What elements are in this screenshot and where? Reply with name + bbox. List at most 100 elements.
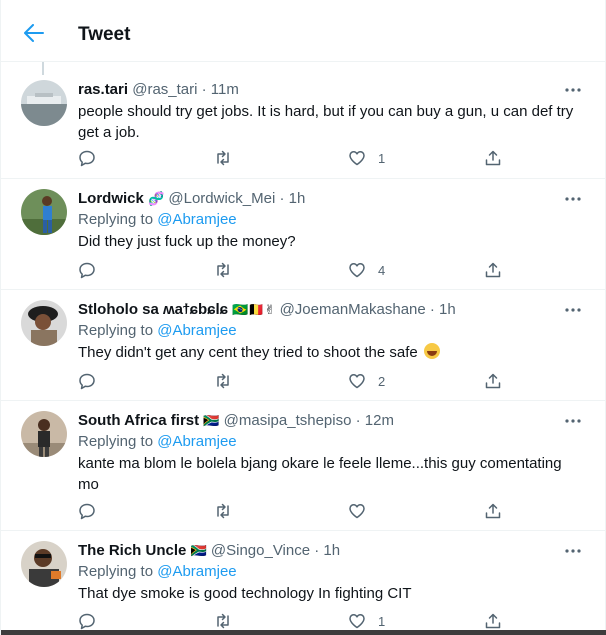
tweet-text: Did they just fuck up the money?: [78, 233, 296, 250]
user-handle[interactable]: @JoemanMakashane: [280, 301, 426, 318]
user-handle[interactable]: @ras_tari: [132, 81, 197, 98]
tweet-actions: 2: [78, 371, 508, 391]
retweet-button[interactable]: [214, 371, 232, 391]
like-count: 4: [378, 262, 386, 278]
display-name[interactable]: Lordwick: [78, 190, 144, 207]
laughing-emoji-icon: [423, 343, 440, 359]
timestamp[interactable]: · 11m: [202, 81, 239, 98]
replying-to-link[interactable]: @Abramjee: [157, 322, 236, 339]
tweet-header: The Rich Uncle 🇿🇦 @Singo_Vince · 1h: [78, 541, 547, 561]
retweet-icon: [217, 262, 229, 278]
share-button[interactable]: [484, 611, 502, 631]
tweet-actions: 1: [78, 148, 508, 168]
tweet-text: people should try get jobs. It is hard, …: [78, 103, 574, 141]
more-options-button[interactable]: [561, 189, 585, 209]
replying-to-link[interactable]: @Abramjee: [157, 433, 236, 450]
reply-icon: [79, 613, 95, 630]
user-handle[interactable]: @Lordwick_Mei: [168, 190, 275, 207]
user-handle[interactable]: @masipa_tshepiso: [224, 412, 352, 429]
retweet-button[interactable]: [214, 611, 232, 631]
reply-icon: [79, 262, 95, 279]
reply-icon: [79, 503, 95, 520]
like-button[interactable]: 1: [348, 148, 385, 168]
share-button[interactable]: [484, 260, 502, 280]
tweet[interactable]: Lordwick 🧬 @Lordwick_Mei · 1h Replying t…: [1, 179, 606, 290]
reply-button[interactable]: [78, 501, 96, 521]
reply-button[interactable]: [78, 148, 96, 168]
tweet-header: ras.tari @ras_tari · 11m: [78, 80, 547, 100]
tweet[interactable]: South Africa first 🇿🇦 @masipa_tshepiso ·…: [1, 401, 606, 531]
back-button[interactable]: [19, 19, 49, 47]
replying-label: Replying to: [78, 322, 154, 339]
replying-to: Replying to @Abramjee: [78, 321, 237, 341]
timestamp[interactable]: · 1h: [430, 301, 456, 318]
name-emoji: 🇿🇦: [203, 414, 220, 429]
retweet-icon: [217, 503, 229, 519]
tweet[interactable]: ras.tari @ras_tari · 11m people should t…: [1, 62, 606, 179]
replying-label: Replying to: [78, 211, 154, 228]
tweet[interactable]: The Rich Uncle 🇿🇦 @Singo_Vince · 1h Repl…: [1, 531, 606, 630]
like-button[interactable]: 2: [348, 371, 385, 391]
retweet-icon: [217, 613, 229, 629]
retweet-button[interactable]: [214, 260, 232, 280]
display-name[interactable]: The Rich Uncle: [78, 542, 186, 559]
tweet-text: They didn't get any cent they tried to s…: [78, 342, 583, 363]
user-handle[interactable]: @Singo_Vince: [211, 542, 310, 559]
replying-to-link[interactable]: @Abramjee: [157, 563, 236, 580]
name-emoji: 🇿🇦: [190, 544, 207, 559]
display-name[interactable]: ras.tari: [78, 81, 128, 98]
heart-icon: [349, 374, 365, 389]
timestamp[interactable]: · 1h: [280, 190, 306, 207]
timestamp[interactable]: · 1h: [314, 542, 340, 559]
like-button[interactable]: [348, 501, 378, 521]
like-count: 2: [378, 373, 386, 389]
reply-button[interactable]: [78, 371, 96, 391]
more-options-button[interactable]: [561, 411, 585, 431]
arrow-left-icon: [24, 24, 44, 42]
more-horizontal-icon: [565, 308, 581, 312]
display-name[interactable]: South Africa first: [78, 412, 199, 429]
share-button[interactable]: [484, 371, 502, 391]
share-button[interactable]: [484, 501, 502, 521]
share-button[interactable]: [484, 148, 502, 168]
tweet-header: Stloholo sa ʍaϯɕbɕlɕ 🇧🇷🇧🇪✌ @JoemanMakash…: [78, 300, 547, 320]
replying-label: Replying to: [78, 563, 154, 580]
replying-to: Replying to @Abramjee: [78, 432, 237, 452]
retweet-icon: [217, 150, 229, 166]
name-emoji: 🇧🇷🇧🇪✌: [232, 303, 276, 318]
avatar[interactable]: [21, 80, 67, 126]
like-button[interactable]: 1: [348, 611, 385, 631]
more-horizontal-icon: [565, 549, 581, 553]
avatar[interactable]: [21, 300, 67, 346]
more-options-button[interactable]: [561, 80, 585, 100]
avatar[interactable]: [21, 411, 67, 457]
tweet[interactable]: Stloholo sa ʍaϯɕbɕlɕ 🇧🇷🇧🇪✌ @JoemanMakash…: [1, 290, 606, 401]
tweet-header: South Africa first 🇿🇦 @masipa_tshepiso ·…: [78, 411, 547, 431]
tweet-actions: [78, 501, 508, 521]
retweet-button[interactable]: [214, 148, 232, 168]
display-name[interactable]: Stloholo sa ʍaϯɕbɕlɕ: [78, 301, 228, 318]
name-emoji: 🧬: [148, 192, 165, 207]
more-options-button[interactable]: [561, 541, 585, 561]
more-options-button[interactable]: [561, 300, 585, 320]
heart-icon: [349, 504, 365, 519]
retweet-button[interactable]: [214, 501, 232, 521]
avatar[interactable]: [21, 189, 67, 235]
reply-button[interactable]: [78, 260, 96, 280]
retweet-icon: [217, 373, 229, 389]
replying-to: Replying to @Abramjee: [78, 562, 237, 582]
more-horizontal-icon: [565, 197, 581, 201]
tweet-text: kante ma blom le bolela bjang okare le f…: [78, 455, 562, 493]
heart-icon: [349, 151, 365, 166]
tweet-actions: 1: [78, 611, 508, 631]
share-icon: [485, 262, 501, 278]
page-title: Tweet: [78, 24, 131, 45]
like-button[interactable]: 4: [348, 260, 385, 280]
tweet-actions: 4: [78, 260, 508, 280]
replying-label: Replying to: [78, 433, 154, 450]
reply-icon: [79, 150, 95, 167]
reply-button[interactable]: [78, 611, 96, 631]
avatar[interactable]: [21, 541, 67, 587]
replying-to-link[interactable]: @Abramjee: [157, 211, 236, 228]
timestamp[interactable]: · 12m: [356, 412, 394, 429]
